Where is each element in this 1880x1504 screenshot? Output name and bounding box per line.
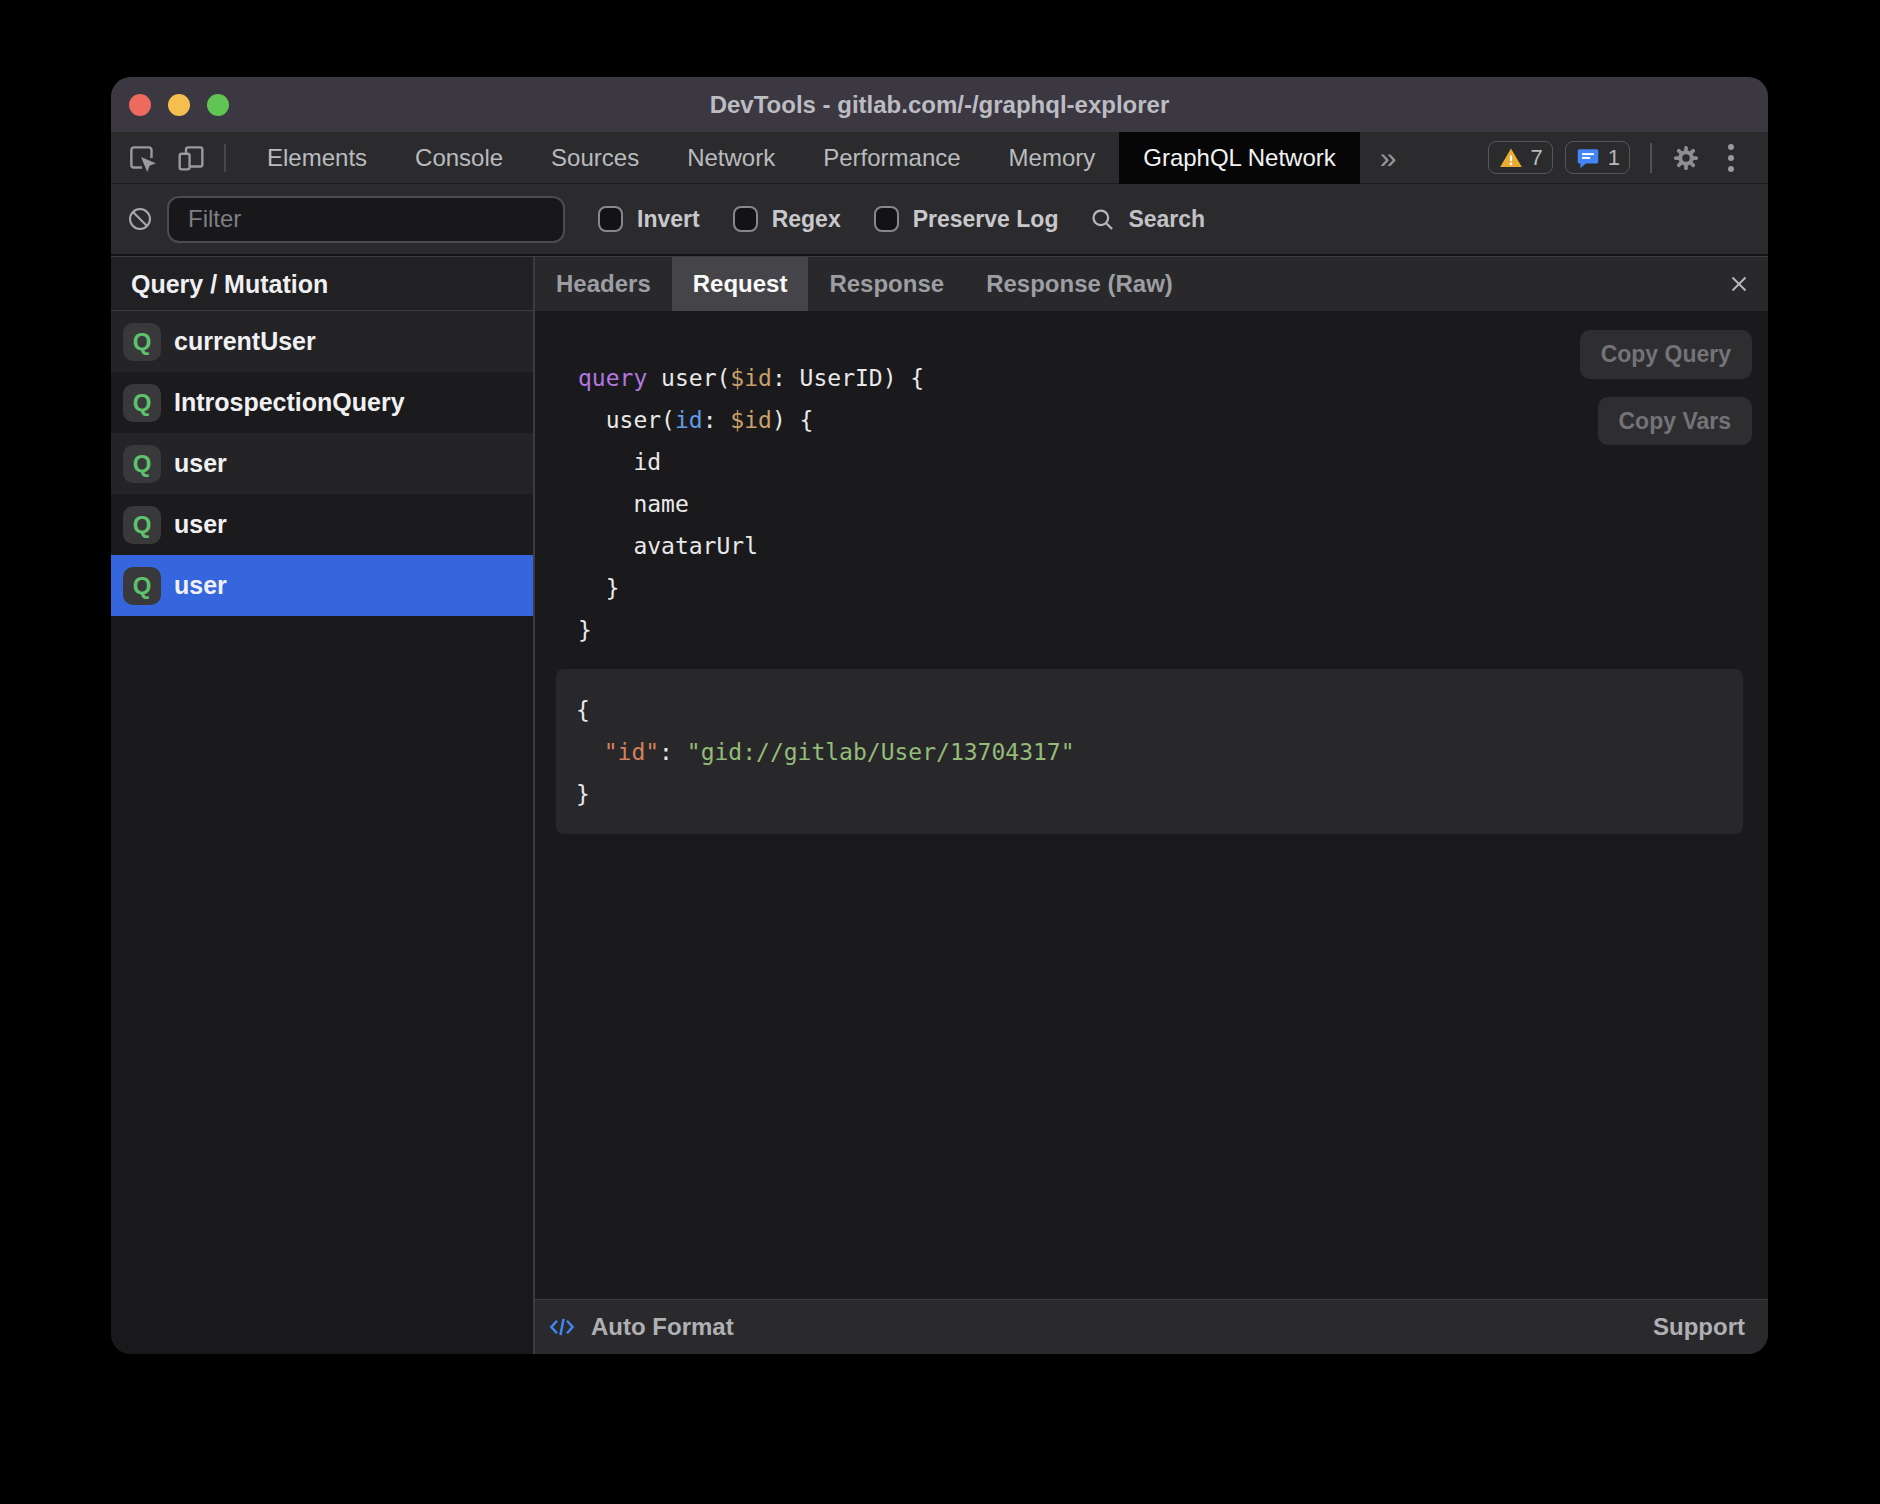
request-content: query user($id: UserID) { user(id: $id) … (535, 311, 1768, 1299)
query-type-badge: Q (123, 445, 161, 483)
tab-console[interactable]: Console (391, 132, 527, 184)
toolbar-divider (224, 144, 226, 172)
message-icon (1575, 145, 1601, 171)
search-control[interactable]: Search (1089, 206, 1205, 233)
device-toolbar-icon[interactable] (173, 140, 209, 176)
clear-icon[interactable] (126, 205, 154, 233)
settings-gear-icon[interactable] (1668, 140, 1704, 176)
warning-icon (1498, 145, 1524, 171)
copy-vars-button[interactable]: Copy Vars (1598, 397, 1753, 445)
filter-input[interactable] (167, 196, 565, 243)
query-list-item[interactable]: Q IntrospectionQuery (111, 372, 533, 433)
devtools-window: DevTools - gitlab.com/-/graphql-explorer… (111, 77, 1768, 1354)
checkbox-preserve-log[interactable]: Preserve Log (874, 206, 1059, 233)
title-bar: DevTools - gitlab.com/-/graphql-explorer (111, 77, 1768, 132)
checkbox-label: Invert (637, 206, 700, 233)
search-icon (1089, 206, 1116, 233)
query-list-item[interactable]: Quser (111, 433, 533, 494)
tab-memory[interactable]: Memory (985, 132, 1120, 184)
query-list-item[interactable]: Quser (111, 555, 533, 616)
query-name-label: user (174, 510, 227, 539)
devtools-tab-bar: ElementsConsoleSourcesNetworkPerformance… (111, 132, 1768, 184)
traffic-lights (129, 77, 229, 132)
query-list-panel: Query / Mutation QcurrentUserQIntrospect… (111, 257, 535, 1354)
detail-tab-response-raw-[interactable]: Response (Raw) (965, 257, 1194, 311)
zoom-window-button[interactable] (207, 94, 229, 116)
close-window-button[interactable] (129, 94, 151, 116)
tab-performance[interactable]: Performance (799, 132, 984, 184)
checkbox-invert[interactable]: Invert (598, 206, 700, 233)
query-name-label: user (174, 571, 227, 600)
query-name-label: currentUser (174, 327, 316, 356)
query-list-item[interactable]: Quser (111, 494, 533, 555)
warnings-badge[interactable]: 7 (1488, 141, 1553, 174)
more-tabs-chevron[interactable]: » (1360, 132, 1407, 184)
window-title: DevTools - gitlab.com/-/graphql-explorer (710, 91, 1170, 119)
tab-elements[interactable]: Elements (243, 132, 391, 184)
query-list-item[interactable]: QcurrentUser (111, 311, 533, 372)
support-link[interactable]: Support (1653, 1313, 1745, 1341)
query-type-badge: Q (123, 567, 161, 605)
query-name-label: user (174, 449, 227, 478)
auto-format-label[interactable]: Auto Format (591, 1313, 734, 1341)
detail-tab-request[interactable]: Request (672, 257, 809, 311)
variables-json: { "id": "gid://gitlab/User/13704317"} (556, 669, 1743, 815)
tab-graphql-network[interactable]: GraphQL Network (1119, 132, 1360, 184)
checkbox-regex[interactable]: Regex (733, 206, 841, 233)
query-list-header: Query / Mutation (111, 257, 533, 311)
checkbox-label: Regex (772, 206, 841, 233)
query-type-badge: Q (123, 323, 161, 361)
inspect-element-icon[interactable] (124, 140, 160, 176)
request-detail-panel: HeadersRequestResponseResponse (Raw) que… (535, 257, 1768, 1354)
checkbox-box[interactable] (733, 206, 758, 232)
detail-tab-bar: HeadersRequestResponseResponse (Raw) (535, 257, 1768, 311)
checkbox-label: Preserve Log (913, 206, 1059, 233)
checkbox-box[interactable] (874, 206, 899, 232)
minimize-window-button[interactable] (168, 94, 190, 116)
more-options-icon[interactable] (1716, 140, 1746, 176)
graphql-query-code: query user($id: UserID) { user(id: $id) … (578, 357, 924, 651)
toolbar-divider-2 (1650, 143, 1652, 173)
network-filter-bar: Invert Regex Preserve Log Search (111, 184, 1768, 256)
query-type-badge: Q (123, 506, 161, 544)
close-panel-button[interactable] (1726, 257, 1752, 311)
copy-query-button[interactable]: Copy Query (1580, 330, 1752, 379)
detail-footer: Auto Format Support (535, 1299, 1768, 1354)
variables-box: { "id": "gid://gitlab/User/13704317"} (556, 669, 1743, 834)
close-icon (1726, 271, 1752, 297)
query-name-label: IntrospectionQuery (174, 388, 405, 417)
issues-badge[interactable]: 1 (1565, 141, 1630, 174)
tab-sources[interactable]: Sources (527, 132, 663, 184)
detail-tab-response[interactable]: Response (808, 257, 965, 311)
code-format-icon[interactable] (547, 1312, 577, 1342)
detail-tab-headers[interactable]: Headers (535, 257, 672, 311)
query-type-badge: Q (123, 384, 161, 422)
checkbox-box[interactable] (598, 206, 623, 232)
tab-network[interactable]: Network (663, 132, 799, 184)
